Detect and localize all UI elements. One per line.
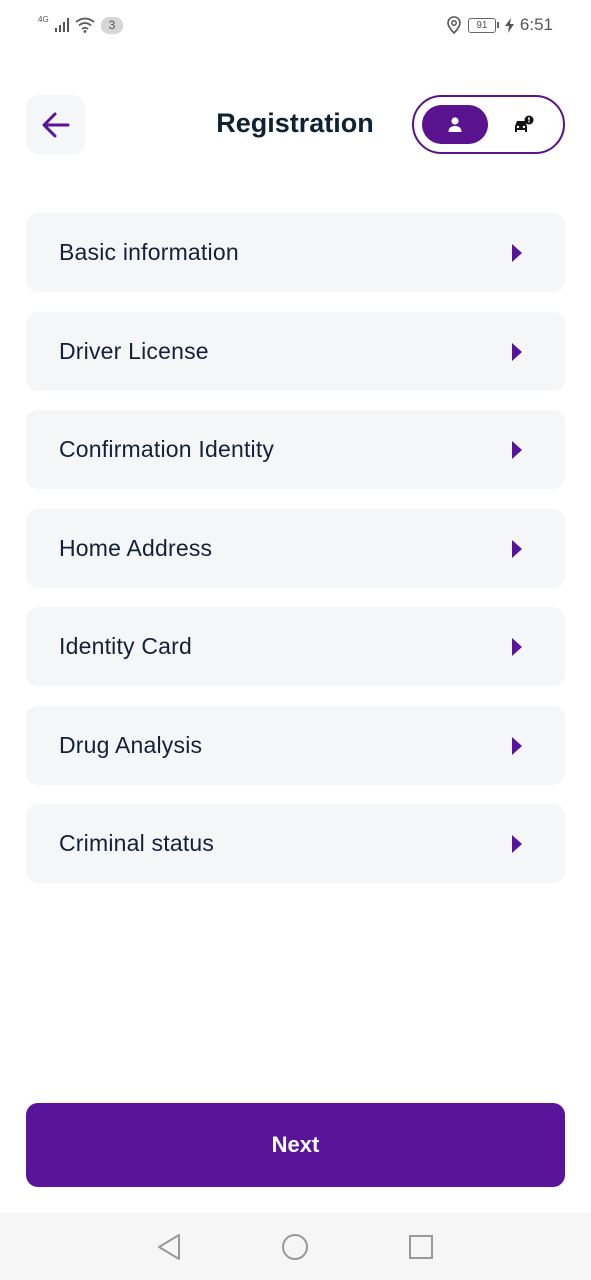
status-bar-right: 91 6:51 bbox=[446, 14, 553, 36]
caret-right-icon bbox=[512, 736, 522, 755]
menu-item-label: Driver License bbox=[59, 337, 209, 364]
charging-icon bbox=[504, 17, 514, 33]
status-bar-left: 4G 3 bbox=[38, 14, 124, 36]
menu-item-identity-card[interactable]: Identity Card bbox=[26, 607, 565, 686]
triangle-back-icon bbox=[158, 1234, 180, 1260]
caret-right-icon bbox=[512, 441, 522, 459]
person-icon bbox=[448, 116, 462, 132]
caret-right-icon bbox=[512, 539, 522, 558]
next-button[interactable]: Next bbox=[26, 1103, 565, 1187]
caret-right-icon bbox=[512, 342, 522, 361]
menu-item-label: Criminal status bbox=[59, 830, 215, 856]
square-recents-icon bbox=[409, 1235, 433, 1259]
menu-item-driver-license[interactable]: Driver License bbox=[26, 311, 565, 391]
status-bar: 4G 3 91 6:51 bbox=[0, 0, 591, 50]
location-icon bbox=[447, 16, 461, 34]
menu-item-label: Basic information bbox=[59, 239, 239, 265]
role-toggle[interactable] bbox=[412, 95, 565, 154]
battery-icon: 91 bbox=[467, 17, 499, 33]
signal-icon bbox=[54, 18, 69, 32]
nav-recents-button[interactable] bbox=[404, 1230, 438, 1264]
menu-item-home-address[interactable]: Home Address bbox=[26, 508, 565, 588]
nav-home-button[interactable] bbox=[278, 1230, 312, 1264]
role-option-passenger[interactable] bbox=[422, 105, 488, 144]
menu-item-basic-information[interactable]: Basic information bbox=[26, 213, 565, 292]
notification-count-badge: 3 bbox=[100, 16, 124, 34]
system-nav-bar bbox=[0, 1213, 591, 1280]
page-title: Registration bbox=[216, 108, 374, 138]
menu-item-drug-analysis[interactable]: Drug Analysis bbox=[26, 705, 565, 785]
car-alert-icon bbox=[515, 115, 534, 132]
menu-item-label: Drug Analysis bbox=[59, 731, 203, 758]
role-option-driver[interactable] bbox=[494, 105, 554, 144]
caret-right-icon bbox=[512, 835, 522, 853]
nav-back-button[interactable] bbox=[152, 1230, 186, 1264]
caret-right-icon bbox=[512, 638, 522, 656]
arrow-left-icon bbox=[42, 112, 69, 137]
network-type: 4G bbox=[38, 14, 49, 24]
wifi-icon bbox=[75, 17, 95, 33]
registration-steps-list: Basic information Driver License Confirm… bbox=[26, 213, 565, 903]
menu-item-criminal-status[interactable]: Criminal status bbox=[26, 804, 565, 883]
caret-right-icon bbox=[512, 244, 522, 262]
circle-home-icon bbox=[282, 1234, 308, 1260]
back-button[interactable] bbox=[26, 95, 85, 154]
menu-item-label: Confirmation Identity bbox=[59, 436, 275, 462]
menu-item-label: Home Address bbox=[59, 534, 213, 561]
battery-level: 91 bbox=[467, 17, 496, 33]
clock: 6:51 bbox=[519, 15, 553, 34]
menu-item-label: Identity Card bbox=[59, 633, 192, 659]
menu-item-confirmation-identity[interactable]: Confirmation Identity bbox=[26, 410, 565, 489]
